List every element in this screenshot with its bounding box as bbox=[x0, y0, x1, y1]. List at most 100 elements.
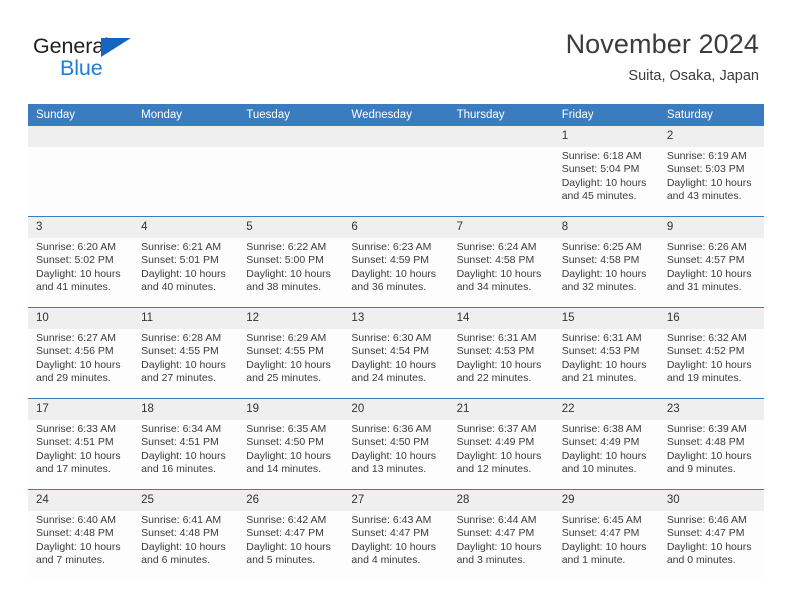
calendar-day-cell[interactable]: 27 Sunrise: 6:43 AM Sunset: 4:47 PM Dayligh… bbox=[343, 489, 449, 580]
day-details bbox=[28, 147, 133, 216]
daylight-text-cont: and 1 minute. bbox=[561, 554, 626, 567]
calendar-day-cell[interactable]: 6 Sunrise: 6:23 AM Sunset: 4:59 PM Daylight… bbox=[343, 216, 449, 308]
sunrise-text: Sunrise: 6:18 AM bbox=[561, 150, 642, 162]
sunrise-text: Sunrise: 6:39 AM bbox=[666, 423, 747, 435]
calendar-day-cell[interactable]: 22 Sunrise: 6:38 AM Sunset: 4:49 PM Dayligh… bbox=[553, 398, 659, 490]
day-details: Sunrise: 6:45 AM Sunset: 4:47 PM Daylight:… bbox=[554, 511, 659, 580]
sunset-text: Sunset: 4:48 PM bbox=[141, 527, 219, 540]
day-details: Sunrise: 6:37 AM Sunset: 4:49 PM Daylight:… bbox=[449, 420, 554, 489]
sunset-text: Sunset: 5:00 PM bbox=[246, 254, 324, 267]
sunset-text: Sunset: 4:48 PM bbox=[36, 527, 114, 540]
daylight-text: Daylight: 10 hours bbox=[561, 267, 647, 280]
day-details: Sunrise: 6:29 AM Sunset: 4:55 PM Daylight:… bbox=[238, 329, 343, 398]
calendar-day-cell[interactable]: 19 Sunrise: 6:35 AM Sunset: 4:50 PM Dayligh… bbox=[238, 398, 344, 490]
day-details: Sunrise: 6:34 AM Sunset: 4:51 PM Daylight:… bbox=[133, 420, 238, 489]
day-number: 23 bbox=[658, 399, 764, 420]
calendar-day-cell[interactable]: 13 Sunrise: 6:30 AM Sunset: 4:54 PM Dayligh… bbox=[343, 307, 449, 399]
calendar-day-cell[interactable]: 9 Sunrise: 6:26 AM Sunset: 4:57 PM Daylight… bbox=[658, 216, 764, 308]
calendar-day-cell[interactable]: 25 Sunrise: 6:41 AM Sunset: 4:48 PM Dayligh… bbox=[133, 489, 239, 580]
calendar-day-cell-empty bbox=[343, 126, 449, 217]
day-number: 1 bbox=[553, 126, 659, 147]
calendar-day-cell[interactable]: 15 Sunrise: 6:31 AM Sunset: 4:53 PM Dayligh… bbox=[553, 307, 659, 399]
calendar-day-cell[interactable]: 8 Sunrise: 6:25 AM Sunset: 4:58 PM Daylight… bbox=[553, 216, 659, 308]
sunrise-text: Sunrise: 6:20 AM bbox=[36, 241, 116, 253]
daylight-text: Daylight: 10 hours bbox=[666, 358, 752, 371]
daylight-text: Daylight: 10 hours bbox=[246, 267, 331, 280]
day-details bbox=[133, 147, 238, 216]
calendar-day-cell[interactable]: 29 Sunrise: 6:45 AM Sunset: 4:47 PM Dayligh… bbox=[553, 489, 659, 580]
daylight-text-cont: and 32 minutes. bbox=[561, 281, 637, 294]
daylight-text: Daylight: 10 hours bbox=[456, 267, 542, 280]
day-number: 25 bbox=[133, 490, 239, 511]
day-details: Sunrise: 6:43 AM Sunset: 4:47 PM Daylight:… bbox=[343, 511, 448, 580]
daylight-text: Daylight: 10 hours bbox=[36, 358, 121, 371]
calendar-day-cell[interactable]: 21 Sunrise: 6:37 AM Sunset: 4:49 PM Dayligh… bbox=[448, 398, 554, 490]
calendar-day-cell[interactable]: 30 Sunrise: 6:46 AM Sunset: 4:47 PM Dayligh… bbox=[658, 489, 764, 580]
calendar-day-cell[interactable]: 11 Sunrise: 6:28 AM Sunset: 4:55 PM Dayligh… bbox=[133, 307, 239, 399]
calendar-day-cell-empty bbox=[28, 126, 134, 217]
calendar-week-row: 10 Sunrise: 6:27 AM Sunset: 4:56 PM Dayligh… bbox=[28, 307, 764, 399]
day-number bbox=[448, 126, 554, 147]
logo-text-blue: Blue bbox=[60, 56, 103, 80]
day-number: 16 bbox=[658, 308, 764, 329]
calendar-day-cell[interactable]: 16 Sunrise: 6:32 AM Sunset: 4:52 PM Dayligh… bbox=[658, 307, 764, 399]
column-header-friday: Friday bbox=[553, 104, 659, 126]
calendar-day-cell[interactable]: 14 Sunrise: 6:31 AM Sunset: 4:53 PM Dayligh… bbox=[448, 307, 554, 399]
day-details: Sunrise: 6:26 AM Sunset: 4:57 PM Daylight:… bbox=[659, 238, 764, 307]
day-details: Sunrise: 6:18 AM Sunset: 5:04 PM Daylight:… bbox=[554, 147, 659, 216]
daylight-text: Daylight: 10 hours bbox=[561, 176, 647, 189]
calendar-day-cell[interactable]: 3 Sunrise: 6:20 AM Sunset: 5:02 PM Daylight… bbox=[28, 216, 134, 308]
sunrise-text: Sunrise: 6:31 AM bbox=[456, 332, 537, 344]
calendar-day-cell[interactable]: 10 Sunrise: 6:27 AM Sunset: 4:56 PM Dayligh… bbox=[28, 307, 134, 399]
calendar-day-cell[interactable]: 17 Sunrise: 6:33 AM Sunset: 4:51 PM Dayligh… bbox=[28, 398, 134, 490]
day-details: Sunrise: 6:39 AM Sunset: 4:48 PM Daylight:… bbox=[659, 420, 764, 489]
day-details: Sunrise: 6:41 AM Sunset: 4:48 PM Daylight:… bbox=[133, 511, 238, 580]
day-details bbox=[449, 147, 554, 216]
day-number bbox=[133, 126, 239, 147]
calendar-week-row: 1 Sunrise: 6:18 AM Sunset: 5:04 PM Daylight… bbox=[28, 126, 764, 217]
day-details: Sunrise: 6:38 AM Sunset: 4:49 PM Daylight:… bbox=[554, 420, 659, 489]
calendar-day-cell[interactable]: 28 Sunrise: 6:44 AM Sunset: 4:47 PM Dayligh… bbox=[448, 489, 554, 580]
sunrise-text: Sunrise: 6:26 AM bbox=[666, 241, 747, 253]
sunrise-text: Sunrise: 6:46 AM bbox=[666, 514, 747, 526]
calendar-day-cell[interactable]: 26 Sunrise: 6:42 AM Sunset: 4:47 PM Dayligh… bbox=[238, 489, 344, 580]
day-number: 5 bbox=[238, 217, 344, 238]
day-number: 21 bbox=[448, 399, 554, 420]
daylight-text: Daylight: 10 hours bbox=[141, 358, 226, 371]
sunrise-text: Sunrise: 6:38 AM bbox=[561, 423, 642, 435]
sunrise-text: Sunrise: 6:33 AM bbox=[36, 423, 116, 435]
calendar-day-cell[interactable]: 1 Sunrise: 6:18 AM Sunset: 5:04 PM Daylight… bbox=[553, 126, 659, 217]
sunrise-text: Sunrise: 6:42 AM bbox=[246, 514, 327, 526]
sunrise-text: Sunrise: 6:45 AM bbox=[561, 514, 642, 526]
daylight-text-cont: and 0 minutes. bbox=[666, 554, 736, 567]
day-number: 9 bbox=[658, 217, 764, 238]
sunset-text: Sunset: 4:53 PM bbox=[456, 345, 535, 358]
daylight-text: Daylight: 10 hours bbox=[141, 540, 226, 553]
daylight-text: Daylight: 10 hours bbox=[141, 449, 226, 462]
sunrise-text: Sunrise: 6:27 AM bbox=[36, 332, 116, 344]
day-number: 11 bbox=[133, 308, 239, 329]
calendar-day-cell[interactable]: 23 Sunrise: 6:39 AM Sunset: 4:48 PM Dayligh… bbox=[658, 398, 764, 490]
sunset-text: Sunset: 4:49 PM bbox=[561, 436, 640, 449]
calendar-day-cell[interactable]: 7 Sunrise: 6:24 AM Sunset: 4:58 PM Daylight… bbox=[448, 216, 554, 308]
calendar-day-cell[interactable]: 20 Sunrise: 6:36 AM Sunset: 4:50 PM Dayligh… bbox=[343, 398, 449, 490]
daylight-text: Daylight: 10 hours bbox=[666, 449, 752, 462]
daylight-text-cont: and 9 minutes. bbox=[666, 463, 736, 476]
sunrise-text: Sunrise: 6:29 AM bbox=[246, 332, 327, 344]
daylight-text-cont: and 3 minutes. bbox=[456, 554, 526, 567]
calendar-day-cell[interactable]: 5 Sunrise: 6:22 AM Sunset: 5:00 PM Daylight… bbox=[238, 216, 344, 308]
sunset-text: Sunset: 4:49 PM bbox=[456, 436, 535, 449]
day-details: Sunrise: 6:36 AM Sunset: 4:50 PM Daylight:… bbox=[343, 420, 448, 489]
calendar-day-cell[interactable]: 24 Sunrise: 6:40 AM Sunset: 4:48 PM Dayligh… bbox=[28, 489, 134, 580]
calendar-day-cell[interactable]: 18 Sunrise: 6:34 AM Sunset: 4:51 PM Dayligh… bbox=[133, 398, 239, 490]
calendar-day-cell[interactable]: 4 Sunrise: 6:21 AM Sunset: 5:01 PM Daylight… bbox=[133, 216, 239, 308]
daylight-text-cont: and 14 minutes. bbox=[246, 463, 321, 476]
calendar-day-cell[interactable]: 12 Sunrise: 6:29 AM Sunset: 4:55 PM Dayligh… bbox=[238, 307, 344, 399]
day-details: Sunrise: 6:28 AM Sunset: 4:55 PM Daylight:… bbox=[133, 329, 238, 398]
calendar-day-cell-empty bbox=[133, 126, 239, 217]
general-blue-logo[interactable]: General Blue bbox=[33, 34, 233, 86]
column-header-monday: Monday bbox=[133, 104, 239, 126]
calendar-day-cell[interactable]: 2 Sunrise: 6:19 AM Sunset: 5:03 PM Daylight… bbox=[658, 126, 764, 217]
daylight-text-cont: and 38 minutes. bbox=[246, 281, 321, 294]
calendar-week-row: 24 Sunrise: 6:40 AM Sunset: 4:48 PM Dayligh… bbox=[28, 489, 764, 580]
